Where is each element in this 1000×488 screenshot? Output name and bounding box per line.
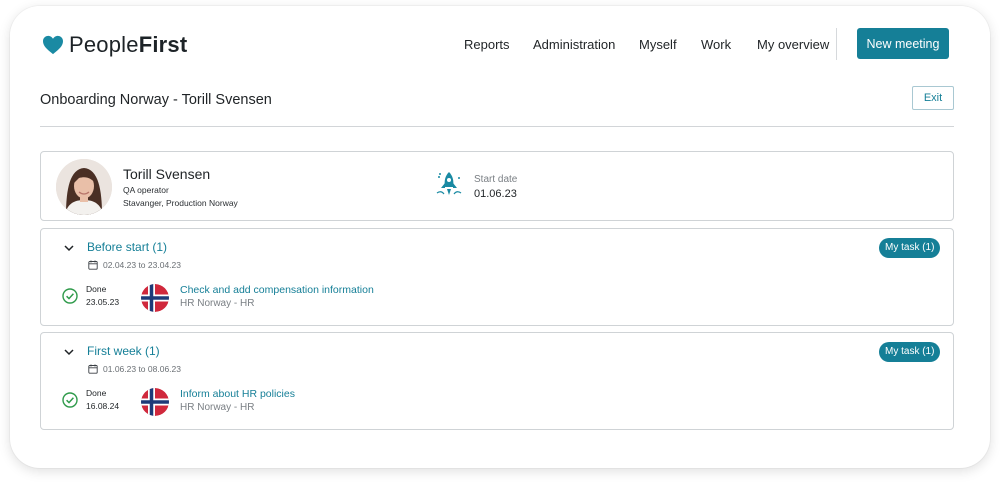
norway-flag-icon — [141, 388, 169, 416]
phase-title[interactable]: First week (1) — [87, 344, 160, 358]
header-divider — [40, 126, 954, 127]
task-subtitle: HR Norway - HR — [180, 298, 255, 309]
task-status-date: 23.05.23 — [86, 297, 120, 307]
check-circle-icon — [62, 392, 78, 408]
check-circle-icon — [62, 288, 78, 304]
app-window: PeopleFirst Reports Administration Mysel… — [10, 6, 990, 468]
task-title[interactable]: Check and add compensation information — [180, 284, 374, 296]
nav-myself[interactable]: Myself — [639, 37, 677, 52]
task-status: Done — [86, 284, 107, 294]
new-meeting-button[interactable]: New meeting — [857, 28, 949, 59]
main-nav: Reports Administration Myself Work My ov… — [10, 37, 990, 57]
page-title: Onboarding Norway - Torill Svensen — [40, 92, 272, 108]
nav-work[interactable]: Work — [701, 37, 731, 52]
exit-button[interactable]: Exit — [912, 86, 954, 110]
task-title[interactable]: Inform about HR policies — [180, 388, 295, 400]
chevron-down-icon[interactable] — [63, 242, 75, 254]
task-status: Done — [86, 388, 107, 398]
rocket-icon — [436, 172, 462, 195]
phase-card-first-week: First week (1) 01.06.23 to 08.06.23 My t… — [40, 332, 954, 430]
profile-card: Torill Svensen QA operator Stavanger, Pr… — [40, 151, 954, 221]
nav-divider — [836, 28, 837, 60]
nav-my-overview[interactable]: My overview — [757, 37, 829, 52]
person-name: Torill Svensen — [123, 166, 211, 182]
start-date-label: Start date — [474, 174, 518, 185]
person-location: Stavanger, Production Norway — [123, 198, 238, 208]
nav-administration[interactable]: Administration — [533, 37, 615, 52]
calendar-icon — [88, 364, 98, 374]
phase-dates: 01.06.23 to 08.06.23 — [103, 364, 181, 374]
calendar-icon — [88, 260, 98, 270]
phase-title[interactable]: Before start (1) — [87, 240, 167, 254]
chevron-down-icon[interactable] — [63, 346, 75, 358]
avatar-portrait-icon — [56, 159, 112, 215]
task-status-date: 16.08.24 — [86, 401, 120, 411]
nav-reports[interactable]: Reports — [464, 37, 510, 52]
avatar — [56, 159, 112, 215]
top-bar: PeopleFirst Reports Administration Mysel… — [10, 6, 990, 70]
norway-flag-icon — [141, 284, 169, 312]
my-task-badge[interactable]: My task (1) — [879, 238, 941, 258]
person-role: QA operator — [123, 185, 169, 195]
start-date-value: 01.06.23 — [474, 188, 517, 200]
task-subtitle: HR Norway - HR — [180, 402, 255, 413]
phase-dates: 02.04.23 to 23.04.23 — [103, 260, 181, 270]
phase-card-before-start: Before start (1) 02.04.23 to 23.04.23 My… — [40, 228, 954, 326]
my-task-badge[interactable]: My task (1) — [879, 342, 941, 362]
